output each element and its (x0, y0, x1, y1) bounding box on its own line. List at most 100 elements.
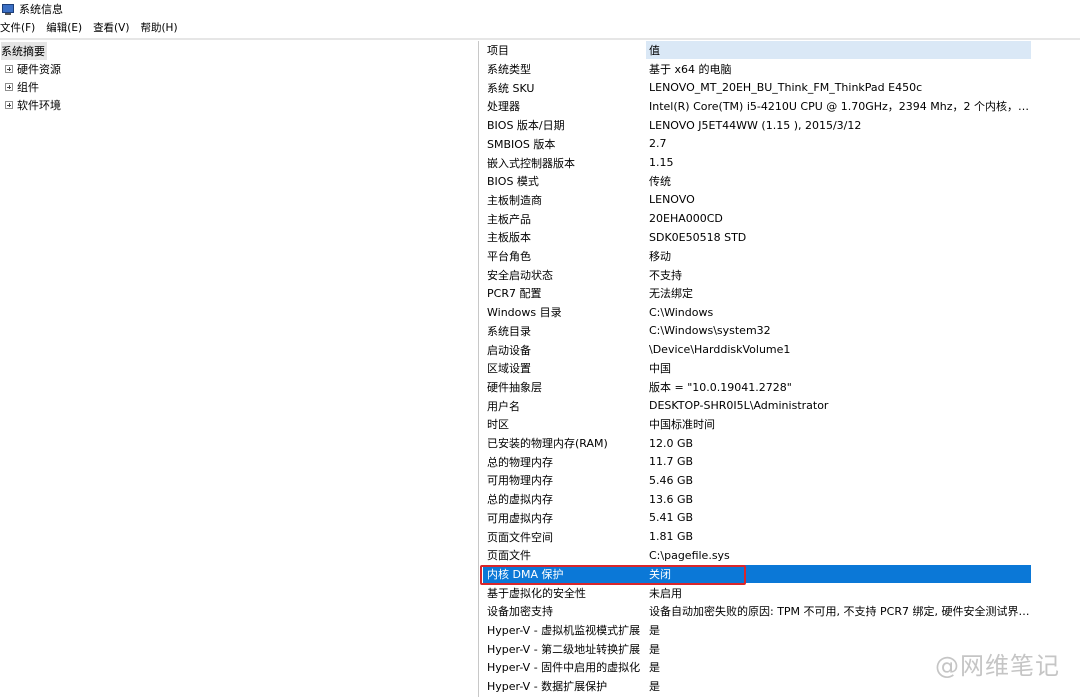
row-value: 未启用 (649, 586, 682, 600)
table-row[interactable]: 可用虚拟内存 5.41 GB (483, 509, 1031, 527)
row-item: Hyper-V - 虚拟机监视模式扩展 (487, 624, 641, 637)
row-value: 关闭 (649, 567, 671, 581)
system-info-table: 项目 值 系统类型 基于 x64 的电脑系统 SKU LENOVO_MT_20EH_… (480, 41, 1080, 697)
table-row[interactable]: 设备加密支持 设备自动加密失败的原因: TPM 不可用, 不支持 PCR7 绑定,… (483, 602, 1031, 620)
row-value: 中国标准时间 (649, 418, 715, 432)
row-value: LENOVO (649, 193, 695, 207)
row-value: \Device\HarddiskVolume1 (649, 343, 791, 356)
tree-item-label: 组件 (17, 81, 39, 94)
table-row[interactable]: PCR7 配置 无法绑定 (483, 284, 1031, 302)
row-value: 12.0 GB (649, 436, 694, 450)
row-item: 硬件抽象层 (487, 380, 542, 394)
menu-divider (0, 38, 1080, 40)
expand-plus-icon[interactable] (5, 101, 13, 109)
row-item: 系统目录 (487, 324, 531, 338)
row-item: 页面文件空间 (487, 530, 553, 544)
table-row[interactable]: 硬件抽象层 版本 = "10.0.19041.2728" (483, 378, 1031, 396)
table-row[interactable]: 页面文件空间 1.81 GB (483, 528, 1031, 546)
table-row[interactable]: 主板制造商 LENOVO (483, 191, 1031, 209)
table-row[interactable]: BIOS 模式 传统 (483, 172, 1031, 190)
menu-file[interactable]: 文件(F) (0, 20, 35, 35)
table-row[interactable]: 可用物理内存 5.46 GB (483, 471, 1031, 489)
row-value: 设备自动加密失败的原因: TPM 不可用, 不支持 PCR7 绑定, 硬件安全测… (649, 605, 1031, 619)
table-row[interactable]: 嵌入式控制器版本 1.15 (483, 154, 1031, 172)
table-row[interactable]: 已安装的物理内存(RAM) 12.0 GB (483, 434, 1031, 452)
row-item: Windows 目录 (487, 306, 562, 320)
row-item: 时区 (487, 418, 509, 432)
row-value: LENOVO_MT_20EH_BU_Think_FM_ThinkPad E450… (649, 81, 923, 95)
row-value: 2.7 (649, 137, 667, 151)
row-value: 5.41 GB (649, 511, 694, 525)
table-row[interactable]: 主板产品 20EHA000CD (483, 210, 1031, 228)
row-item: 内核 DMA 保护 (487, 567, 564, 581)
menu-help[interactable]: 帮助(H) (140, 20, 177, 35)
table-row[interactable]: 总的物理内存 11.7 GB (483, 453, 1031, 471)
row-value: 版本 = "10.0.19041.2728" (649, 380, 792, 394)
table-row[interactable]: 处理器 Intel(R) Core(TM) i5-4210U CPU @ 1.70… (483, 97, 1031, 115)
row-value: 是 (649, 624, 660, 637)
row-item: 用户名 (487, 399, 520, 413)
system-info-app-icon (2, 3, 14, 15)
row-value: 基于 x64 的电脑 (649, 63, 732, 76)
table-row[interactable]: 系统类型 基于 x64 的电脑 (483, 60, 1031, 78)
table-row[interactable]: 启动设备 \Device\HarddiskVolume1 (483, 341, 1031, 359)
tree-item-system-summary[interactable]: 系统摘要 (1, 42, 47, 60)
table-row[interactable]: 时区 中国标准时间 (483, 415, 1031, 433)
row-value: DESKTOP-SHR0I5L\Administrator (649, 399, 829, 413)
table-row[interactable]: 平台角色 移动 (483, 247, 1031, 265)
table-row[interactable]: 安全启动状态 不支持 (483, 266, 1031, 284)
tree-item-label: 软件环境 (17, 99, 61, 112)
row-value: 中国 (649, 362, 671, 376)
tree-item-hardware-resources[interactable]: 硬件资源 (5, 60, 61, 78)
menu-edit[interactable]: 编辑(E) (46, 20, 82, 35)
row-value: 无法绑定 (649, 287, 693, 301)
row-item: Hyper-V - 固件中启用的虚拟化 (487, 661, 641, 675)
table-row[interactable]: 用户名 DESKTOP-SHR0I5L\Administrator (483, 397, 1031, 415)
menu-view[interactable]: 查看(V) (93, 20, 129, 35)
row-item: BIOS 版本/日期 (487, 119, 565, 133)
table-row[interactable]: 区域设置 中国 (483, 359, 1031, 377)
table-row[interactable]: 系统目录 C:\Windows\system32 (483, 322, 1031, 340)
table-row[interactable]: 主板版本 SDK0E50518 STD (483, 228, 1031, 246)
expand-plus-icon[interactable] (5, 65, 13, 73)
row-value: C:\Windows\system32 (649, 324, 771, 338)
column-header-value[interactable]: 值 (646, 41, 1031, 59)
row-item: 主板版本 (487, 231, 531, 245)
row-value: 传统 (649, 175, 671, 189)
row-item: 已安装的物理内存(RAM) (487, 437, 608, 450)
row-item: 总的物理内存 (487, 455, 553, 469)
title-bar: 系统信息 (0, 0, 1080, 18)
table-row[interactable]: BIOS 版本/日期 LENOVO J5ET44WW (1.15 ), 2015/… (483, 116, 1031, 134)
row-item: 可用虚拟内存 (487, 511, 553, 525)
row-item: 系统 SKU (487, 81, 535, 95)
table-row[interactable]: 基于虚拟化的安全性 未启用 (483, 584, 1031, 602)
row-item: 嵌入式控制器版本 (487, 156, 575, 170)
row-item: 页面文件 (487, 549, 531, 563)
table-row[interactable]: 页面文件 C:\pagefile.sys (483, 546, 1031, 564)
watermark: @网维笔记 (935, 652, 1060, 680)
row-value: 20EHA000CD (649, 212, 723, 226)
tree-item-software-environment[interactable]: 软件环境 (5, 96, 61, 114)
category-tree[interactable]: 系统摘要 硬件资源 组件 软件环境 (0, 41, 479, 697)
row-item: 主板产品 (487, 212, 531, 226)
expand-plus-icon[interactable] (5, 83, 13, 91)
row-item: 处理器 (487, 100, 520, 114)
table-row[interactable]: 内核 DMA 保护 关闭 (483, 564, 1031, 583)
table-row[interactable]: Windows 目录 C:\Windows (483, 303, 1031, 321)
row-value: 13.6 GB (649, 492, 694, 506)
table-row[interactable]: 总的虚拟内存 13.6 GB (483, 490, 1031, 508)
row-value: 5.46 GB (649, 473, 694, 487)
row-item: 安全启动状态 (487, 268, 553, 282)
tree-item-label: 系统摘要 (1, 45, 45, 58)
row-value: LENOVO J5ET44WW (1.15 ), 2015/3/12 (649, 118, 862, 132)
row-value: C:\Windows (649, 305, 714, 319)
tree-item-components[interactable]: 组件 (5, 78, 39, 96)
table-row[interactable]: SMBIOS 版本 2.7 (483, 135, 1031, 153)
column-header-item[interactable]: 项目 (483, 42, 646, 58)
table-row[interactable]: 系统 SKU LENOVO_MT_20EH_BU_Think_FM_ThinkPa… (483, 79, 1031, 97)
table-row[interactable]: Hyper-V - 虚拟机监视模式扩展是 (483, 621, 1031, 639)
row-value: C:\pagefile.sys (649, 548, 730, 562)
row-value: 不支持 (649, 268, 682, 282)
row-item: 主板制造商 (487, 193, 542, 207)
row-item: 系统类型 (487, 63, 531, 76)
